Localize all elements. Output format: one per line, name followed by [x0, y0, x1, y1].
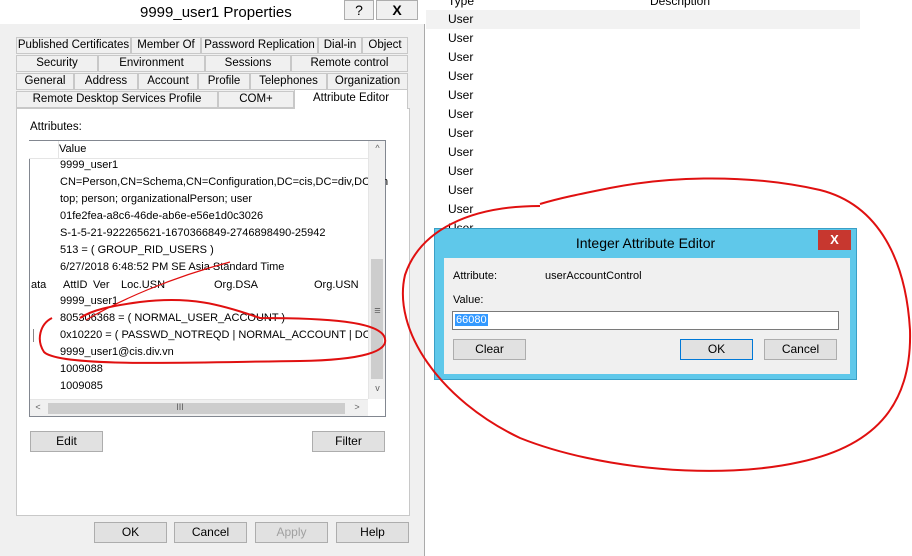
- header-divider: [58, 141, 59, 159]
- scroll-right-icon[interactable]: >: [352, 402, 362, 412]
- scroll-grip-icon: III: [176, 402, 184, 412]
- value-column-header[interactable]: Value: [59, 143, 86, 155]
- tab-object[interactable]: Object: [362, 37, 408, 54]
- tab-password-replication[interactable]: Password Replication: [201, 37, 318, 54]
- row-marker: [33, 329, 34, 342]
- column-type-header[interactable]: Type: [448, 0, 474, 8]
- meta-col-ver: Ver: [93, 279, 110, 291]
- editor-close-button[interactable]: X: [818, 230, 851, 250]
- cancel-button[interactable]: Cancel: [174, 522, 247, 543]
- attribute-row[interactable]: 1009085: [60, 380, 103, 392]
- scroll-up-icon[interactable]: ^: [369, 143, 386, 153]
- bg-list-item[interactable]: User: [448, 183, 473, 197]
- column-description-header[interactable]: Description: [650, 0, 710, 8]
- bg-list-item[interactable]: User: [448, 31, 473, 45]
- editor-title: Integer Attribute Editor: [575, 235, 716, 251]
- attribute-row[interactable]: 1009088: [60, 363, 103, 375]
- edit-button[interactable]: Edit: [30, 431, 103, 452]
- tab-profile[interactable]: Profile: [198, 73, 250, 90]
- clear-button[interactable]: Clear: [453, 339, 526, 360]
- meta-col-org-usn: Org.USN: [314, 279, 359, 291]
- attribute-name: userAccountControl: [545, 270, 642, 282]
- attribute-row[interactable]: 513 = ( GROUP_RID_USERS ): [60, 244, 214, 256]
- help-button[interactable]: Help: [336, 522, 409, 543]
- bg-list-item[interactable]: User: [448, 107, 473, 121]
- meta-col-org-dsa: Org.DSA: [214, 279, 259, 291]
- bg-list-item[interactable]: User: [448, 126, 473, 140]
- tab-dial-in[interactable]: Dial-in: [318, 37, 362, 54]
- value-input[interactable]: 66080: [452, 311, 839, 330]
- editor-cancel-button[interactable]: Cancel: [764, 339, 837, 360]
- dialog-title: 9999_user1 Properties: [140, 4, 292, 21]
- tab-telephones[interactable]: Telephones: [250, 73, 327, 90]
- bg-list-item[interactable]: User: [448, 50, 473, 64]
- tab-remote-desktop-services-profile[interactable]: Remote Desktop Services Profile: [16, 91, 218, 108]
- tab-general[interactable]: General: [16, 73, 74, 90]
- attribute-row[interactable]: 9999_user1@cis.div.vn: [60, 346, 174, 358]
- filter-button[interactable]: Filter: [312, 431, 385, 452]
- attribute-row[interactable]: CN=Person,CN=Schema,CN=Configuration,DC=…: [60, 176, 388, 188]
- horizontal-scroll-thumb[interactable]: [48, 403, 345, 414]
- attribute-row[interactable]: S-1-5-21-922265621-1670366849-2746898490…: [60, 227, 325, 239]
- scroll-down-icon[interactable]: v: [369, 383, 386, 393]
- apply-button[interactable]: Apply: [255, 522, 328, 543]
- attribute-row[interactable]: top; person; organizationalPerson; user: [60, 193, 252, 205]
- attribute-row[interactable]: 01fe2fea-a8c6-46de-ab6e-e56e1d0c3026: [60, 210, 263, 222]
- ok-button[interactable]: OK: [94, 522, 167, 543]
- tab-com-plus[interactable]: COM+: [218, 91, 294, 108]
- tab-remote-control[interactable]: Remote control: [291, 55, 408, 72]
- tab-member-of[interactable]: Member Of: [131, 37, 201, 54]
- vertical-scroll-thumb[interactable]: [371, 259, 383, 379]
- tab-security[interactable]: Security: [16, 55, 98, 72]
- bg-list-item[interactable]: User: [448, 69, 473, 83]
- tab-environment[interactable]: Environment: [98, 55, 205, 72]
- attribute-row[interactable]: 6/27/2018 6:48:52 PM SE Asia Standard Ti…: [60, 261, 284, 273]
- horizontal-scrollbar[interactable]: < III >: [30, 399, 368, 416]
- bg-list-item[interactable]: User: [448, 164, 473, 178]
- attribute-row[interactable]: 0x10220 = ( PASSWD_NOTREQD | NORMAL_ACCO…: [60, 329, 379, 341]
- meta-col-attid: AttID: [63, 279, 88, 291]
- bg-list-item[interactable]: User: [448, 202, 473, 216]
- title-help-button[interactable]: ?: [344, 0, 374, 20]
- attributes-label: Attributes:: [30, 121, 82, 133]
- tab-attribute-editor[interactable]: Attribute Editor: [294, 89, 408, 109]
- bg-list-item[interactable]: User: [448, 12, 473, 26]
- attribute-row[interactable]: 9999_user1: [60, 295, 118, 307]
- tab-address[interactable]: Address: [74, 73, 138, 90]
- meta-col-data: ata: [31, 279, 47, 291]
- list-row-stripe: [426, 10, 860, 29]
- attribute-label: Attribute:: [453, 270, 498, 282]
- tab-published-certificates[interactable]: Published Certificates: [16, 37, 131, 54]
- value-label: Value:: [453, 294, 484, 306]
- title-close-button[interactable]: X: [376, 0, 418, 20]
- bg-list-item[interactable]: User: [448, 88, 473, 102]
- attribute-row[interactable]: 805306368 = ( NORMAL_USER_ACCOUNT ): [60, 312, 285, 324]
- meta-col-loc-usn: Loc.USN: [121, 279, 166, 291]
- attribute-row[interactable]: 9999_user1: [60, 159, 118, 171]
- tab-account[interactable]: Account: [138, 73, 198, 90]
- bg-list-item[interactable]: User: [448, 145, 473, 159]
- editor-ok-button[interactable]: OK: [680, 339, 753, 360]
- list-header: Value: [29, 141, 368, 159]
- tab-organization[interactable]: Organization: [327, 73, 408, 90]
- tab-sessions[interactable]: Sessions: [205, 55, 291, 72]
- selected-value-text: 66080: [455, 314, 488, 326]
- scroll-left-icon[interactable]: <: [33, 402, 43, 412]
- scroll-thumb-grip-icon: ≡: [374, 305, 381, 317]
- vertical-scrollbar[interactable]: ^ ≡ v: [368, 141, 385, 399]
